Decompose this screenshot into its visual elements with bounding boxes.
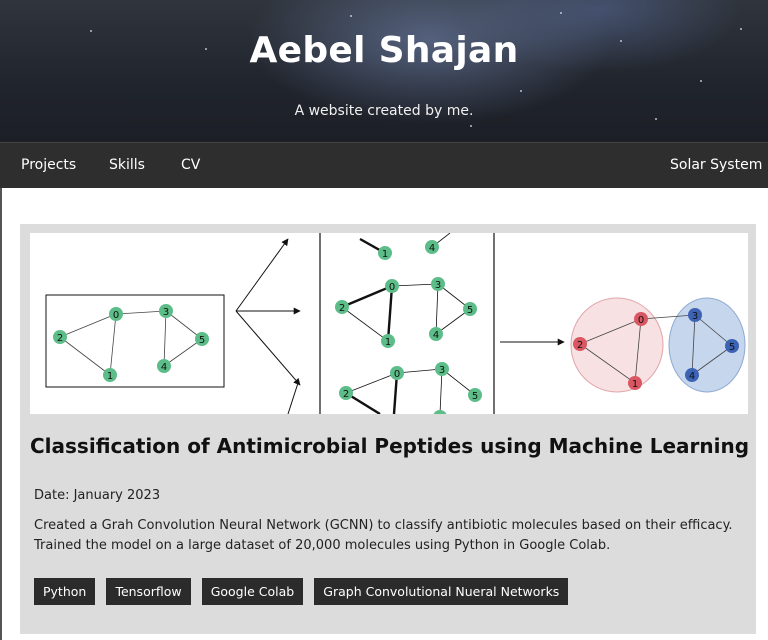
svg-text:2: 2 [577,340,583,351]
graph-node: 1 [381,334,395,348]
svg-text:0: 0 [638,315,644,326]
graph-node: 0 [634,312,648,326]
star [700,80,702,82]
star [560,12,562,14]
tag-list: Python Tensorflow Google Colab Graph Con… [34,578,574,605]
svg-text:1: 1 [385,337,391,348]
nav-cv[interactable]: CV [181,143,200,189]
graph-node: 3 [435,362,449,376]
svg-text:2: 2 [57,333,63,344]
project-card: 0 1 2 3 4 5 1 4 0 1 2 3 4 5 0 2 3 5 0 1 … [20,224,756,634]
graph-node: 2 [53,330,67,344]
svg-text:3: 3 [439,365,445,376]
site-subtitle: A website created by me. [294,103,474,119]
svg-text:1: 1 [107,371,113,382]
star [520,90,522,92]
graph-node: 1 [378,246,392,260]
svg-text:0: 0 [389,282,395,293]
graph-node: 0 [390,366,404,380]
svg-text:5: 5 [472,391,478,402]
svg-text:5: 5 [729,342,735,353]
svg-text:2: 2 [339,303,345,314]
svg-text:4: 4 [429,243,435,254]
graph-node: 3 [431,277,445,291]
graph-node: 3 [159,304,173,318]
graph-node [433,410,447,414]
project-figure: 0 1 2 3 4 5 1 4 0 1 2 3 4 5 0 2 3 5 0 1 … [30,233,748,414]
svg-text:3: 3 [692,311,698,322]
project-title: Classification of Antimicrobial Peptides… [30,434,750,458]
svg-text:4: 4 [433,330,439,341]
graph-node: 2 [339,386,353,400]
project-description: Created a Grah Convolution Neural Networ… [34,518,733,553]
site-title: Aebel Shajan [249,30,519,71]
tag-google-colab[interactable]: Google Colab [201,578,304,605]
svg-text:1: 1 [382,249,388,260]
svg-text:1: 1 [632,379,638,390]
graph-node: 2 [573,337,587,351]
svg-text:5: 5 [467,305,473,316]
svg-text:3: 3 [435,280,441,291]
tag-graph-convolutional-networks[interactable]: Graph Convolutional Nueral Networks [314,578,569,605]
graph-node: 5 [725,339,739,353]
graph-node: 4 [157,359,171,373]
graph-node: 4 [685,368,699,382]
graph-node: 1 [103,368,117,382]
svg-text:5: 5 [199,335,205,346]
star [350,15,352,17]
graph-node: 4 [429,327,443,341]
graph-node: 0 [385,279,399,293]
hero-banner: Aebel Shajan A website created by me. [0,0,768,142]
graph-node: 1 [628,376,642,390]
graph-node: 0 [109,307,123,321]
graph-node: 4 [425,240,439,254]
svg-text:0: 0 [113,310,119,321]
svg-text:2: 2 [343,389,349,400]
graph-diagram: 0 1 2 3 4 5 1 4 0 1 2 3 4 5 0 2 3 5 0 1 … [45,233,746,414]
graph-node: 3 [688,308,702,322]
graph-node: 5 [195,332,209,346]
project-date: Date: January 2023 [34,488,161,503]
navbar: Projects Skills CV Solar System [0,142,768,188]
svg-text:4: 4 [689,371,695,382]
star [470,125,472,127]
nav-projects[interactable]: Projects [21,143,76,189]
page-border [0,188,2,640]
graph-node: 5 [463,302,477,316]
svg-text:4: 4 [161,362,167,373]
tag-python[interactable]: Python [34,578,96,605]
graph-node: 2 [335,300,349,314]
nav-skills[interactable]: Skills [109,143,145,189]
graph-node: 5 [468,388,482,402]
tag-tensorflow[interactable]: Tensorflow [106,578,191,605]
svg-text:0: 0 [394,369,400,380]
svg-text:3: 3 [163,307,169,318]
nav-solar-system[interactable]: Solar System [670,143,762,189]
